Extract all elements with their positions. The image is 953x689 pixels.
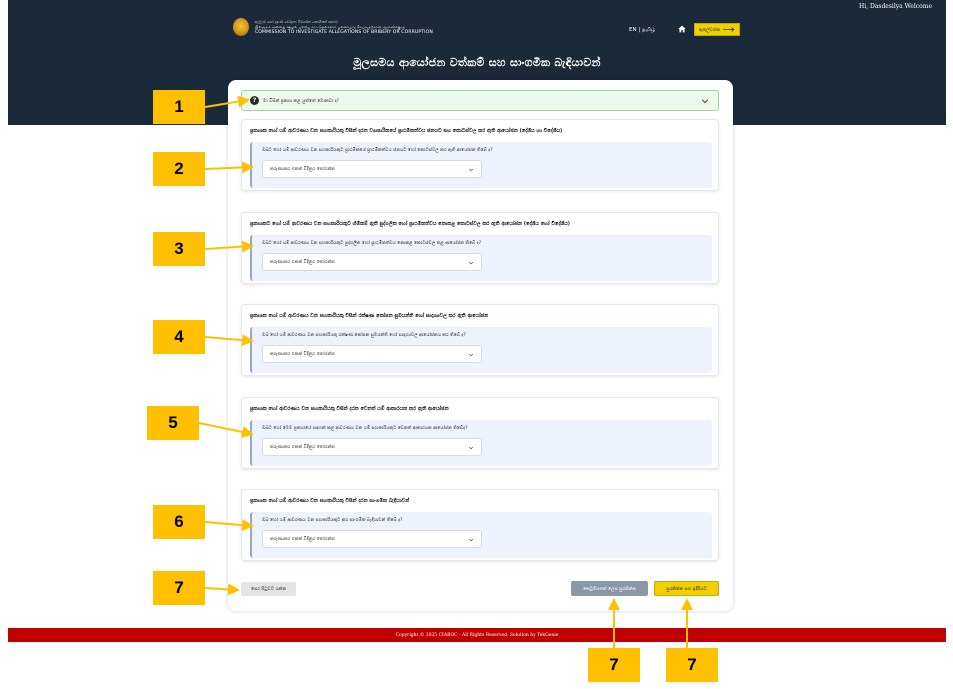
annotation-arrow	[204, 161, 254, 174]
annotation-arrow	[204, 583, 240, 596]
annotation-arrow	[204, 334, 254, 347]
annotation-arrows	[198, 95, 693, 648]
annotation-arrow	[198, 422, 254, 438]
annotation-arrow	[204, 519, 254, 532]
annotation-arrow	[204, 95, 250, 108]
annotation-arrow	[204, 240, 254, 253]
